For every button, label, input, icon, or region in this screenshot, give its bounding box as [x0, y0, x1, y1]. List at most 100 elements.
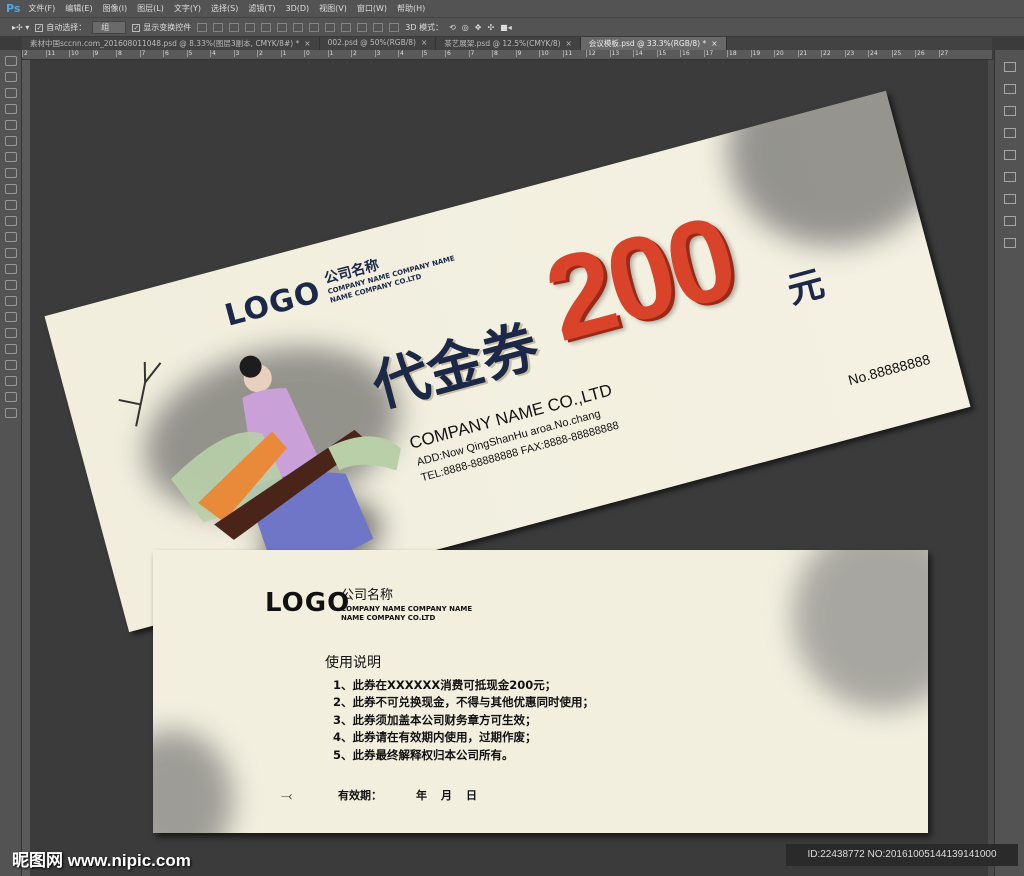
menu-window[interactable]: 窗口(W)	[357, 3, 387, 14]
menu-3d[interactable]: 3D(D)	[285, 4, 309, 13]
ruler-mark: 11	[562, 50, 587, 57]
tools-panel	[0, 50, 22, 876]
show-transform-checkbox[interactable]: ✓ 显示变换控件	[132, 22, 191, 33]
lasso-tool-icon[interactable]	[4, 88, 17, 98]
rule-item: 4、此券请在有效期内使用，过期作废；	[333, 730, 537, 744]
align-right-icon[interactable]	[277, 22, 288, 32]
blur-tool-icon[interactable]	[4, 248, 17, 258]
eraser-tool-icon[interactable]	[4, 216, 17, 226]
ruler-mark: 3	[374, 50, 399, 57]
3d-rotate-icon[interactable]: ⟲	[449, 23, 456, 32]
3d-slide-icon[interactable]: ✣	[487, 23, 494, 32]
dodge-tool-icon[interactable]	[4, 264, 17, 274]
path-select-tool-icon[interactable]	[4, 312, 17, 322]
3d-mode-label: 3D 模式：	[405, 22, 444, 32]
distribute-right-icon[interactable]	[373, 22, 384, 32]
distribute-top-icon[interactable]	[293, 22, 304, 32]
clone-source-panel-icon[interactable]	[1003, 172, 1016, 182]
menu-edit[interactable]: 编辑(E)	[65, 3, 92, 14]
distribute-hcenter-icon[interactable]	[357, 22, 368, 32]
tab-label: 会议模板.psd @ 33.3%(RGB/8) *	[588, 39, 707, 48]
brush-panel-icon[interactable]	[1003, 128, 1016, 138]
photoshop-logo: Ps	[6, 2, 21, 15]
menu-image[interactable]: 图像(I)	[103, 3, 128, 14]
menu-help[interactable]: 帮助(H)	[397, 3, 425, 14]
3d-roll-icon[interactable]: ◎	[462, 23, 469, 32]
ruler-mark: 10	[69, 50, 93, 57]
3d-panel-icon[interactable]	[1003, 238, 1016, 248]
close-icon[interactable]: ×	[711, 39, 717, 48]
show-transform-label: 显示变换控件	[143, 22, 192, 32]
brush-preset-panel-icon[interactable]	[1003, 106, 1016, 116]
serial-number: No.88888888	[846, 350, 932, 389]
ruler-mark: 15	[656, 50, 681, 57]
3d-scale-icon[interactable]: ■◂	[500, 23, 512, 32]
history-panel-icon[interactable]	[1003, 62, 1016, 72]
align-top-icon[interactable]	[197, 22, 208, 32]
ruler-mark: 17	[703, 50, 728, 57]
close-icon[interactable]: ×	[421, 38, 427, 47]
instructions-title: 使用说明	[325, 655, 381, 671]
marquee-tool-icon[interactable]	[4, 72, 17, 82]
shape-tool-icon[interactable]	[4, 328, 17, 338]
ruler-mark: 1	[280, 50, 305, 57]
menu-file[interactable]: 文件(F)	[28, 3, 55, 14]
vertical-ruler	[22, 60, 30, 876]
eyedropper-tool-icon[interactable]	[4, 136, 17, 146]
distribute-vcenter-icon[interactable]	[309, 22, 320, 32]
auto-align-icon[interactable]	[389, 22, 400, 32]
tab-document-2[interactable]: 002.psd @ 50%(RGB/8) ×	[320, 37, 437, 50]
align-vcenter-icon[interactable]	[213, 22, 224, 32]
menu-view[interactable]: 视图(V)	[319, 3, 347, 14]
stamp-tool-icon[interactable]	[4, 184, 17, 194]
tab-document-4[interactable]: 会议模板.psd @ 33.3%(RGB/8) * ×	[580, 37, 727, 50]
distribute-bottom-icon[interactable]	[325, 22, 336, 32]
actions-panel-icon[interactable]	[1003, 84, 1016, 94]
pen-tool-icon[interactable]	[4, 280, 17, 290]
align-bottom-icon[interactable]	[229, 22, 240, 32]
quick-mask-tool-icon[interactable]	[4, 392, 17, 402]
menu-type[interactable]: 文字(Y)	[174, 3, 201, 14]
menu-select[interactable]: 选择(S)	[211, 3, 238, 14]
menu-filter[interactable]: 滤镜(T)	[248, 3, 275, 14]
close-icon[interactable]: ×	[566, 39, 572, 48]
distribute-left-icon[interactable]	[341, 22, 352, 32]
brush-tool-icon[interactable]	[4, 168, 17, 178]
hand-tool-icon[interactable]	[4, 344, 17, 354]
history-brush-tool-icon[interactable]	[4, 200, 17, 210]
menu-layer[interactable]: 图层(L)	[137, 3, 164, 14]
color-swatch-tool-icon[interactable]	[4, 376, 17, 386]
validity-day: 日	[466, 789, 477, 802]
zoom-tool-icon[interactable]	[4, 360, 17, 370]
quick-select-tool-icon[interactable]	[4, 104, 17, 114]
ruler-mark: 27	[938, 50, 963, 57]
ruler-mark: 4	[210, 50, 234, 57]
type-tool-icon[interactable]	[4, 296, 17, 306]
auto-select-dropdown[interactable]: 组	[92, 20, 127, 34]
gradient-tool-icon[interactable]	[4, 232, 17, 242]
ruler-mark: 8	[116, 50, 140, 57]
align-left-icon[interactable]	[245, 22, 256, 32]
screen-mode-tool-icon[interactable]	[4, 408, 17, 418]
tool-presets-panel-icon[interactable]	[1003, 150, 1016, 160]
tab-label: 素材中国sccnn.com_201608011048.psd @ 8.33%(图…	[30, 39, 300, 48]
rule-item: 3、此券须加盖本公司财务章方可生效；	[333, 712, 537, 727]
ruler-mark: 1	[327, 50, 352, 57]
character-panel-icon[interactable]	[1003, 194, 1016, 204]
align-hcenter-icon[interactable]	[261, 22, 272, 32]
3d-pan-icon[interactable]: ✥	[475, 23, 482, 32]
crop-tool-icon[interactable]	[4, 120, 17, 130]
close-icon[interactable]: ×	[304, 39, 310, 48]
auto-select-checkbox[interactable]: ✓ 自动选择：	[35, 22, 86, 33]
paragraph-panel-icon[interactable]	[1003, 216, 1016, 226]
move-tool-icon[interactable]: ▸✢ ▾	[12, 23, 29, 32]
currency-unit: 元	[783, 262, 829, 313]
tab-document-3[interactable]: 茶艺展架.psd @ 12.5%(CMYK/8) ×	[436, 37, 581, 50]
ruler-mark: 13	[609, 50, 634, 57]
tab-document-1[interactable]: 素材中国sccnn.com_201608011048.psd @ 8.33%(图…	[22, 37, 320, 50]
move-tool-icon[interactable]	[4, 56, 17, 66]
healing-tool-icon[interactable]	[4, 152, 17, 162]
ruler-mark: 18	[727, 50, 751, 57]
ruler-mark: 25	[891, 50, 916, 57]
vertical-scrollbar[interactable]	[988, 60, 994, 876]
